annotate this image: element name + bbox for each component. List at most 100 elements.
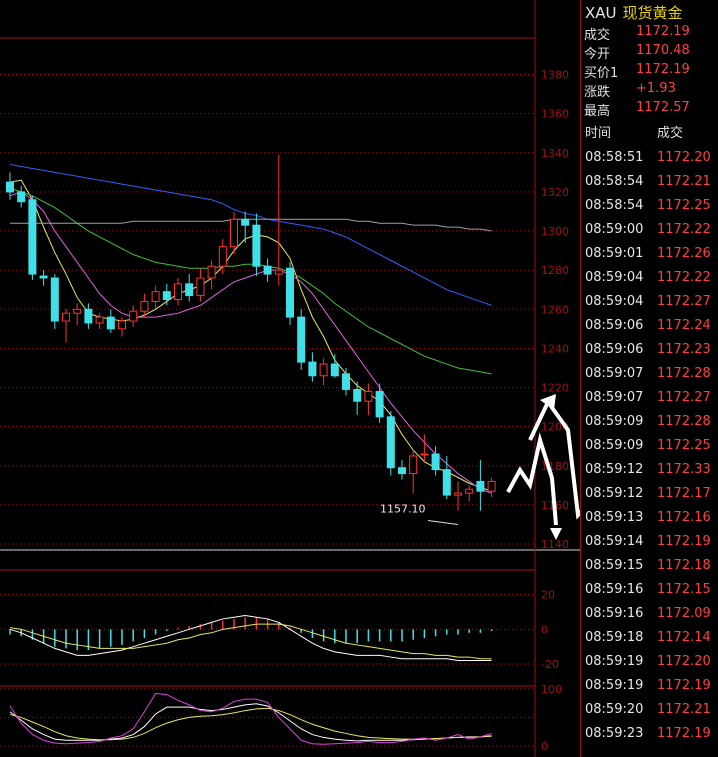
tick-price: 1172.20 [657,654,711,669]
tick-price: 1172.20 [657,150,711,165]
tick-price: 1172.33 [657,462,711,477]
y-tick-label: 1320 [541,186,569,199]
candle-body [420,453,429,456]
candle-body [398,467,406,475]
tick-row: 08:59:19 1172.19 [585,678,711,693]
quote-label: 涨跌 [584,85,611,100]
ma-line-ma120 [10,218,492,232]
tick-price-header: 成交 [657,126,684,141]
ma-line-ma60 [9,164,492,306]
candle-body [386,416,395,469]
candle-body [252,224,261,267]
y-tick-label: 1340 [541,147,569,160]
tick-row: 08:59:19 1172.20 [585,654,711,669]
candle-body [241,218,250,226]
y-tick-label: 1380 [541,69,569,82]
tick-time: 08:59:07 [585,366,644,381]
tick-time: 08:59:12 [585,486,644,501]
candle-body [174,283,182,300]
quote-panel: XAU现货黄金 成交1172.19今开1170.48昨买价11172.19卖涨跌… [580,0,718,757]
tick-row: 08:59:07 1172.28 [585,366,711,381]
tick-price: 1172.28 [657,414,711,429]
tick-price: 1172.22 [657,270,711,285]
candle-body [106,316,115,330]
tick-price: 1172.19 [657,726,711,741]
tick-row: 08:59:07 1172.27 [585,390,711,405]
tick-row: 08:59:13 1172.16 [585,510,711,525]
y-tick-label: 0 [541,740,548,753]
candle-body [17,191,26,203]
candle-body [84,308,93,324]
quote-label: 最高 [584,104,611,119]
tick-row: 08:59:12 1172.17 [585,486,711,501]
candle-body [218,246,227,267]
tick-time: 08:59:07 [585,390,644,405]
tick-row: 08:59:06 1172.23 [585,342,711,357]
tick-row: 08:59:16 1172.09 [585,606,711,621]
tick-time: 08:59:06 [585,318,644,333]
tick-row: 08:58:54 1172.21 [585,174,711,189]
tick-row: 08:59:06 1172.24 [585,318,711,333]
instrument-header: XAU 现货黄金 [585,2,683,23]
candle-body [476,480,485,492]
tick-time: 08:58:51 [585,150,644,165]
candle-body [465,488,474,494]
candle-body [308,361,317,377]
y-tick-label: 1260 [541,303,569,316]
tick-time: 08:59:12 [585,462,644,477]
quote-row: 最高1172.57最 [584,100,690,119]
quote-value: +1.93 [636,81,676,96]
tick-row: 08:59:15 1172.18 [585,558,711,573]
kline-chart[interactable]: 1380136013401320130012801260124012201200… [0,0,580,757]
quote-label: 今开 [584,47,611,62]
tick-price: 1172.27 [657,294,711,309]
candle-body [28,199,37,275]
candle-body [73,308,82,314]
candle-body [330,363,339,377]
tick-time: 08:59:19 [585,678,644,693]
candle-body [454,492,462,496]
tick-price: 1172.26 [657,246,711,261]
y-tick-label: 100 [541,683,562,696]
candle-body [409,455,418,475]
tick-price: 1172.19 [657,534,711,549]
quote-value: 1172.57 [636,100,690,115]
quote-row: 今开1170.48昨 [584,43,690,62]
instrument-name[interactable]: 现货黄金 [623,4,683,22]
tick-price: 1172.21 [657,174,711,189]
kdj-line [9,707,492,741]
tick-time: 08:59:23 [585,726,644,741]
tick-time: 08:59:18 [585,630,644,645]
quote-label: 买价1 [584,66,619,81]
tick-row: 08:59:04 1172.27 [585,294,711,309]
candle-body [185,283,194,297]
tick-price: 1172.28 [657,366,711,381]
candle-body [196,277,205,297]
candle-body [62,312,70,322]
quote-value: 1172.19 [636,24,690,39]
tick-row: 08:58:54 1172.25 [585,198,711,213]
tick-time: 08:59:00 [585,222,644,237]
instrument-symbol[interactable]: XAU [585,4,617,22]
y-tick-label: -20 [541,658,559,671]
tick-time: 08:59:15 [585,558,644,573]
tick-row: 08:59:12 1172.33 [585,462,711,477]
tick-price: 1172.18 [657,558,711,573]
y-tick-label: 1300 [541,225,569,238]
tick-price: 1172.24 [657,318,711,333]
candle-body [118,320,126,330]
tick-row: 08:59:18 1172.14 [585,630,711,645]
candle-body [230,218,238,248]
tick-price: 1172.21 [657,702,711,717]
tick-price: 1172.19 [657,678,711,693]
tick-price: 1172.09 [657,606,711,621]
tick-time: 08:59:13 [585,510,644,525]
tick-time: 08:58:54 [585,174,644,189]
tick-row: 08:59:04 1172.22 [585,270,711,285]
quote-value: 1170.48 [636,43,690,58]
candle-body [263,265,272,275]
y-tick-label: 20 [541,589,555,602]
candle-body [151,291,160,302]
candle-body [297,316,306,363]
candle-body [207,265,216,279]
